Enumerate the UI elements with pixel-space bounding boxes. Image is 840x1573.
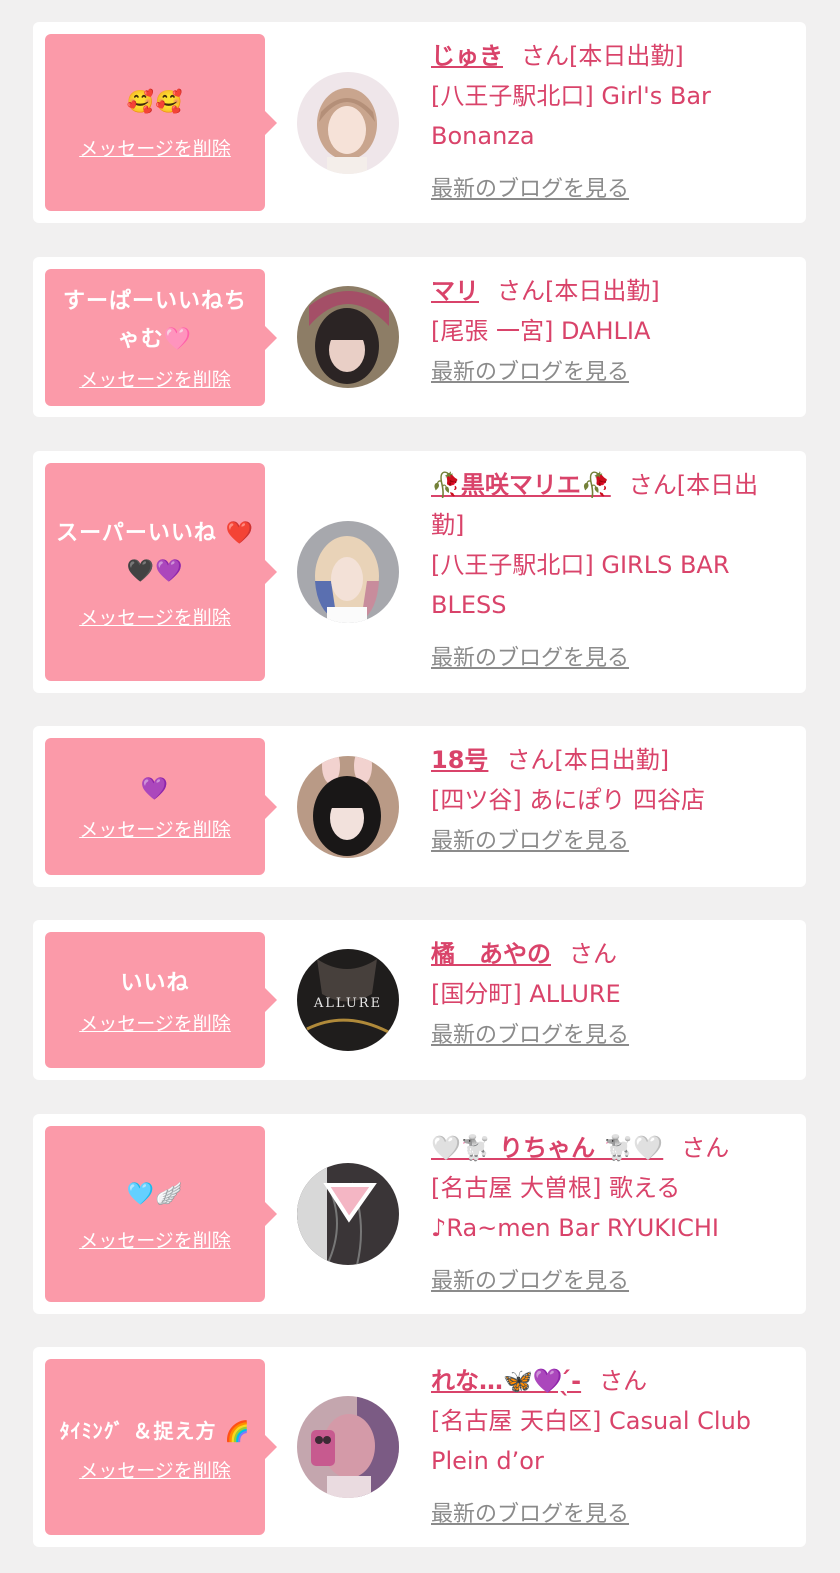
message-text: すーぱーいいねちゃむ🩷	[62, 289, 247, 352]
avatar[interactable]	[297, 756, 399, 858]
cast-info: れな…🦋💜 ̖́- さん [名古屋 天白区] Casual Club Plein …	[431, 1361, 786, 1535]
message-text: 🩵🪽	[126, 1181, 184, 1207]
avatar[interactable]	[297, 1163, 399, 1265]
message-bubble: 🥰🥰 メッセージを削除	[45, 34, 277, 211]
message-bubble: いいね メッセージを削除	[45, 932, 277, 1068]
cast-status: さん	[681, 1134, 730, 1162]
view-blog-link[interactable]: 最新のブログを見る	[431, 822, 629, 862]
list-item: 🩵🪽 メッセージを削除 🤍🐩 りちゃん 🐩🤍 さん [名古屋 大曽根] 歌える♪R…	[33, 1114, 806, 1314]
shop-name: [名古屋 大曽根] 歌える♪Ra~men Bar RYUKICHI	[431, 1174, 719, 1242]
list-item: いいね メッセージを削除 ALLURE 橘 あやの さん [国分町] ALLURE…	[33, 920, 806, 1080]
cast-info: じゅき さん[本日出勤] [八王子駅北口] Girl's Bar Bonanza …	[431, 36, 786, 210]
cast-status: さん	[569, 940, 617, 968]
message-text: ﾀｲﾐﾝｸﾞ ＆捉え方 🌈	[59, 1418, 251, 1443]
delete-message-link[interactable]: メッセージを削除	[79, 603, 231, 630]
shop-name: [四ツ谷] あにぽり 四谷店	[431, 786, 705, 814]
shop-name: [国分町] ALLURE	[431, 980, 621, 1008]
girl-mirror-selfie-icon	[297, 1396, 399, 1498]
avatar[interactable]	[297, 1396, 399, 1498]
girl-portrait-blonde-icon	[297, 521, 399, 623]
list-item: 🥰🥰 メッセージを削除 じゅき さん[本日出勤] [八王子駅北口] Girl's …	[33, 22, 806, 223]
delete-message-link[interactable]: メッセージを削除	[79, 1456, 231, 1483]
cast-status: さん[本日出勤]	[521, 42, 684, 70]
svg-text:ALLURE: ALLURE	[313, 996, 382, 1011]
delete-message-link[interactable]: メッセージを削除	[79, 815, 231, 842]
message-bubble: すーぱーいいねちゃむ🩷 メッセージを削除	[45, 269, 277, 406]
view-blog-link[interactable]: 最新のブログを見る	[431, 170, 629, 210]
avatar[interactable]	[297, 72, 399, 174]
shop-name: [名古屋 天白区] Casual Club Plein d’or	[431, 1407, 752, 1475]
cast-status: さん[本日出勤]	[497, 277, 660, 305]
cast-info: 橘 あやの さん [国分町] ALLURE 最新のブログを見る	[431, 934, 786, 1056]
message-text: 💜	[140, 777, 170, 802]
message-text: 🥰🥰	[126, 90, 184, 115]
cast-name-link[interactable]: マリ	[431, 277, 479, 305]
message-bubble: 💜 メッセージを削除	[45, 738, 277, 875]
message-bubble: 🩵🪽 メッセージを削除	[45, 1126, 277, 1302]
cast-name-link[interactable]: 🤍🐩 りちゃん 🐩🤍	[431, 1134, 663, 1162]
cast-info: 🥀黒咲マリエ🥀 さん[本日出勤] [八王子駅北口] GIRLS BAR BLESS…	[431, 465, 786, 679]
cast-info: 18号 さん[本日出勤] [四ツ谷] あにぽり 四谷店 最新のブログを見る	[431, 740, 786, 862]
delete-message-link[interactable]: メッセージを削除	[79, 1009, 231, 1036]
message-bubble: ﾀｲﾐﾝｸﾞ ＆捉え方 🌈 メッセージを削除	[45, 1359, 277, 1535]
view-blog-link[interactable]: 最新のブログを見る	[431, 1016, 629, 1056]
view-blog-link[interactable]: 最新のブログを見る	[431, 1495, 629, 1535]
view-blog-link[interactable]: 最新のブログを見る	[431, 353, 629, 393]
cast-info: マリ さん[本日出勤] [尾張 一宮] DAHLIA 最新のブログを見る	[431, 271, 786, 393]
delete-message-link[interactable]: メッセージを削除	[79, 134, 231, 161]
list-item: スーパーいいね ❤️🖤💜 メッセージを削除 🥀黒咲マリエ🥀 さん[本日出勤] [八…	[33, 451, 806, 693]
cast-status: さん	[599, 1367, 648, 1395]
allure-logo-dark-icon: ALLURE	[297, 949, 399, 1051]
shop-name: [八王子駅北口] GIRLS BAR BLESS	[431, 551, 730, 619]
delete-message-link[interactable]: メッセージを削除	[79, 365, 231, 392]
girl-portrait-bunny-icon	[297, 756, 399, 858]
delete-message-link[interactable]: メッセージを削除	[79, 1226, 231, 1253]
girl-portrait-dark-icon	[297, 286, 399, 388]
cast-status: さん[本日出勤]	[506, 746, 670, 774]
view-blog-link[interactable]: 最新のブログを見る	[431, 639, 629, 679]
message-text: いいね	[120, 970, 190, 996]
shop-name: [八王子駅北口] Girl's Bar Bonanza	[431, 82, 711, 150]
avatar[interactable]: ALLURE	[297, 949, 399, 1051]
message-bubble: スーパーいいね ❤️🖤💜 メッセージを削除	[45, 463, 277, 681]
cast-name-link[interactable]: れな…🦋💜 ̖́-	[431, 1367, 581, 1395]
cast-name-link[interactable]: 18号	[431, 746, 488, 774]
list-item: ﾀｲﾐﾝｸﾞ ＆捉え方 🌈 メッセージを削除 れな…🦋💜 ̖́- さん [名古屋 …	[33, 1347, 806, 1547]
shop-name: [尾張 一宮] DAHLIA	[431, 317, 651, 345]
avatar[interactable]	[297, 521, 399, 623]
cast-info: 🤍🐩 りちゃん 🐩🤍 さん [名古屋 大曽根] 歌える♪Ra~men Bar RY…	[431, 1128, 786, 1302]
list-item: 💜 メッセージを削除 18号 さん[本日出勤] [四ツ谷] あにぽり 四谷店 最新…	[33, 726, 806, 887]
cast-name-link[interactable]: 橘 あやの	[431, 940, 551, 968]
view-blog-link[interactable]: 最新のブログを見る	[431, 1262, 629, 1302]
list-item: すーぱーいいねちゃむ🩷 メッセージを削除 マリ さん[本日出勤] [尾張 一宮] …	[33, 257, 806, 417]
cast-name-link[interactable]: 🥀黒咲マリエ🥀	[431, 471, 611, 499]
message-text: スーパーいいね ❤️🖤💜	[56, 520, 254, 584]
avatar[interactable]	[297, 286, 399, 388]
triangle-photo-dark-icon	[297, 1163, 399, 1265]
cast-name-link[interactable]: じゅき	[431, 42, 503, 70]
girl-portrait-light-icon	[297, 72, 399, 174]
